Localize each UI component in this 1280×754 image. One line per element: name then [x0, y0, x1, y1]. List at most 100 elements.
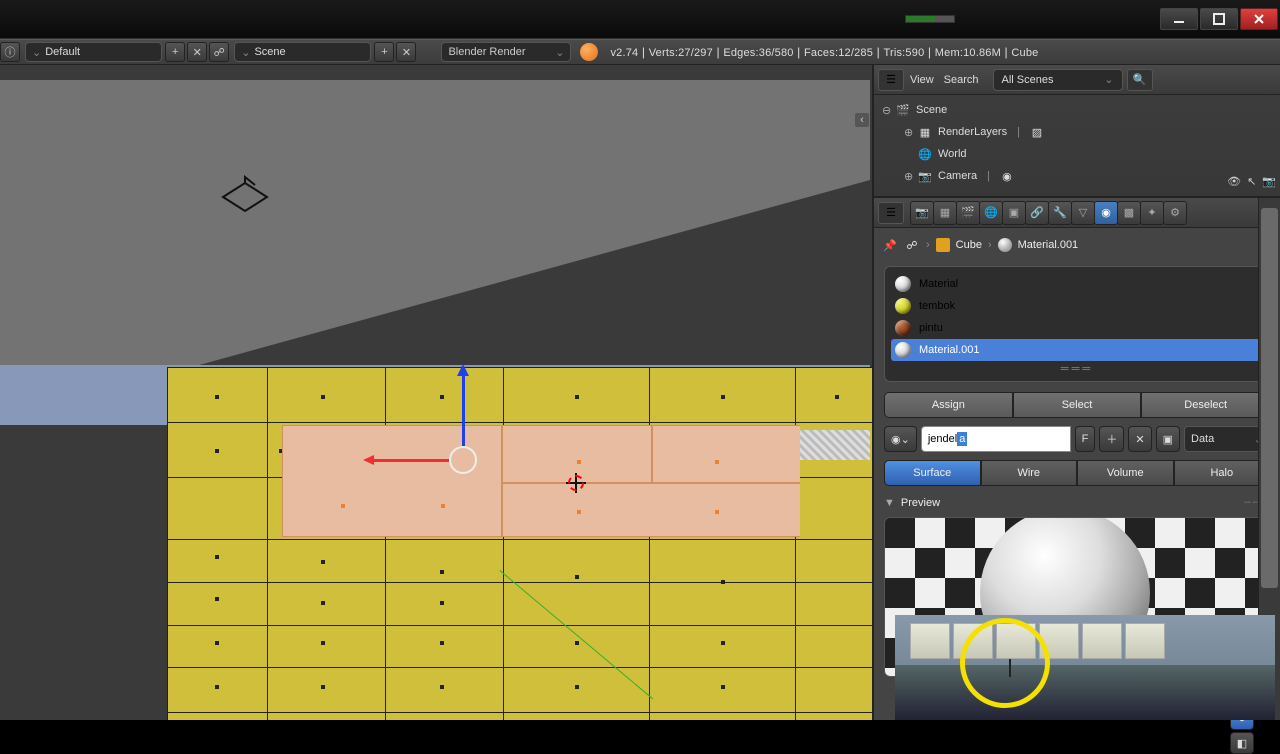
- remove-scene-button[interactable]: ✕: [396, 42, 416, 62]
- editor-type-icon[interactable]: ⓘ: [0, 42, 20, 62]
- tab-renderlayers[interactable]: ▦: [933, 201, 957, 225]
- preview-cube-button[interactable]: ◧: [1230, 732, 1254, 754]
- material-icon: [998, 238, 1012, 252]
- scrollbar-thumb[interactable]: [1261, 208, 1278, 588]
- breadcrumb-object[interactable]: Cube: [956, 239, 982, 251]
- info-header: ⓘ ⌄ + ✕ ☍ ⌄ + ✕ Blender Render ⌄ v2.74 |…: [0, 39, 1280, 65]
- material-slot[interactable]: tembok: [891, 295, 1263, 317]
- editor-type-icon[interactable]: ☰: [878, 202, 904, 224]
- tree-item-camera[interactable]: ⊕📷 Camera | ◉: [882, 165, 1280, 187]
- camera-data-icon[interactable]: ◉: [998, 168, 1016, 184]
- fake-user-button[interactable]: F: [1075, 426, 1096, 452]
- world-icon: 🌐: [916, 146, 934, 162]
- scene-icon: ☍: [904, 237, 920, 253]
- selected-face[interactable]: [652, 425, 800, 483]
- type-surface-button[interactable]: Surface: [884, 460, 981, 486]
- tab-data[interactable]: ▽: [1071, 201, 1095, 225]
- tree-item-world[interactable]: 🌐 World: [882, 143, 1280, 165]
- manipulator-ring[interactable]: [449, 446, 477, 474]
- chevron-right-icon: ›: [988, 239, 992, 251]
- add-layout-button[interactable]: +: [165, 42, 185, 62]
- material-slot-list[interactable]: Material tembok pintu Material.001 ═══ ＋…: [884, 266, 1270, 382]
- expand-panel-icon[interactable]: ‹: [855, 113, 869, 127]
- layout-field[interactable]: [45, 46, 155, 58]
- new-material-button[interactable]: ＋: [1099, 426, 1124, 452]
- tree-item-renderlayers[interactable]: ⊕▦ RenderLayers | ▨: [882, 121, 1280, 143]
- material-slot-selected[interactable]: Material.001: [891, 339, 1263, 361]
- search-menu[interactable]: Search: [944, 74, 979, 86]
- pin-icon[interactable]: 📌: [882, 237, 898, 253]
- list-resize-handle[interactable]: ═══: [891, 363, 1263, 375]
- camera-icon[interactable]: [220, 175, 270, 215]
- material-name-row: ◉⌄ jendela F ＋ ✕ ▣ Data⌄: [884, 426, 1270, 452]
- scene-selector[interactable]: ⌄: [234, 42, 371, 62]
- chevron-right-icon: ›: [926, 239, 930, 251]
- tab-world[interactable]: 🌐: [979, 201, 1003, 225]
- material-browse-button[interactable]: ◉⌄: [884, 426, 917, 452]
- layer-restrict-icon[interactable]: ▨: [1028, 124, 1046, 140]
- selected-face[interactable]: [502, 483, 800, 537]
- 3d-viewport[interactable]: ‹: [0, 65, 872, 720]
- material-slot[interactable]: Material: [891, 273, 1263, 295]
- tree-item-scene[interactable]: ⊖🎬 Scene: [882, 99, 1280, 121]
- disclosure-triangle-icon[interactable]: ▼: [884, 497, 895, 509]
- cursor-icon[interactable]: ↖: [1247, 175, 1256, 188]
- tab-physics[interactable]: ⚙: [1163, 201, 1187, 225]
- tab-modifiers[interactable]: 🔧: [1048, 201, 1072, 225]
- editor-type-icon[interactable]: ☰: [878, 69, 904, 91]
- renderlayers-icon: ▦: [916, 124, 934, 140]
- stats-readout: v2.74 | Verts:27/297 | Edges:36/580 | Fa…: [610, 45, 1038, 59]
- tab-particles[interactable]: ✦: [1140, 201, 1164, 225]
- horizon-plane: [0, 80, 872, 380]
- deselect-button[interactable]: Deselect: [1141, 392, 1270, 418]
- scene-field[interactable]: [254, 46, 364, 58]
- dropdown-icon: ⌄: [32, 46, 41, 59]
- tab-material[interactable]: ◉: [1094, 201, 1118, 225]
- material-slot[interactable]: pintu: [891, 317, 1263, 339]
- breadcrumb-material[interactable]: Material.001: [1018, 239, 1079, 251]
- scene-icon: 🎬: [894, 102, 912, 118]
- assign-button[interactable]: Assign: [884, 392, 1013, 418]
- mesh-icon: [936, 238, 950, 252]
- z-axis-handle[interactable]: [462, 372, 465, 446]
- search-icon[interactable]: 🔍: [1127, 69, 1153, 91]
- restrict-columns: 👁 ↖ 📷: [1227, 175, 1276, 188]
- tab-scene[interactable]: 🎬: [956, 201, 980, 225]
- maximize-button[interactable]: [1200, 8, 1238, 30]
- tab-constraints[interactable]: 🔗: [1025, 201, 1049, 225]
- layout-selector[interactable]: ⌄: [25, 42, 162, 62]
- preview-label: Preview: [901, 497, 940, 509]
- assign-row: Assign Select Deselect: [884, 392, 1270, 418]
- tab-texture[interactable]: ▩: [1117, 201, 1141, 225]
- selected-face[interactable]: [282, 425, 502, 537]
- outliner-tree[interactable]: ⊖🎬 Scene ⊕▦ RenderLayers | ▨ 🌐 World ⊕📷 …: [874, 95, 1280, 191]
- webcam-overlay: [895, 615, 1275, 720]
- remove-layout-button[interactable]: ✕: [187, 42, 207, 62]
- view-menu[interactable]: View: [910, 74, 934, 86]
- dropdown-icon: ⌄: [241, 46, 250, 59]
- outliner: ☰ View Search All Scenes⌄ 🔍 ⊖🎬 Scene ⊕▦ …: [874, 65, 1280, 198]
- type-volume-button[interactable]: Volume: [1077, 460, 1174, 486]
- node-toggle-button[interactable]: ▣: [1156, 426, 1180, 452]
- type-wire-button[interactable]: Wire: [981, 460, 1078, 486]
- render-restrict-icon[interactable]: 📷: [1262, 175, 1276, 188]
- eye-icon[interactable]: 👁: [1227, 175, 1241, 188]
- x-axis-handle[interactable]: [373, 459, 449, 462]
- scene-browse-icon[interactable]: ☍: [209, 42, 229, 62]
- breadcrumb: 📌 ☍ › Cube › Material.001: [874, 228, 1280, 262]
- render-engine-selector[interactable]: Blender Render ⌄: [441, 42, 571, 62]
- tab-object[interactable]: ▣: [1002, 201, 1026, 225]
- material-name-input[interactable]: jendela: [921, 426, 1071, 452]
- tab-render[interactable]: 📷: [910, 201, 934, 225]
- dropdown-icon: ⌄: [555, 46, 564, 59]
- outliner-header: ☰ View Search All Scenes⌄ 🔍: [874, 65, 1280, 95]
- close-button[interactable]: [1240, 8, 1278, 30]
- unlink-material-button[interactable]: ✕: [1128, 426, 1151, 452]
- outliner-filter-selector[interactable]: All Scenes⌄: [993, 69, 1123, 91]
- add-scene-button[interactable]: +: [374, 42, 394, 62]
- minimize-button[interactable]: [1160, 8, 1198, 30]
- select-button[interactable]: Select: [1013, 392, 1142, 418]
- render-engine-label: Blender Render: [448, 46, 525, 58]
- type-halo-button[interactable]: Halo: [1174, 460, 1271, 486]
- preview-panel-header[interactable]: ▼ Preview ┈┈┈: [884, 496, 1270, 509]
